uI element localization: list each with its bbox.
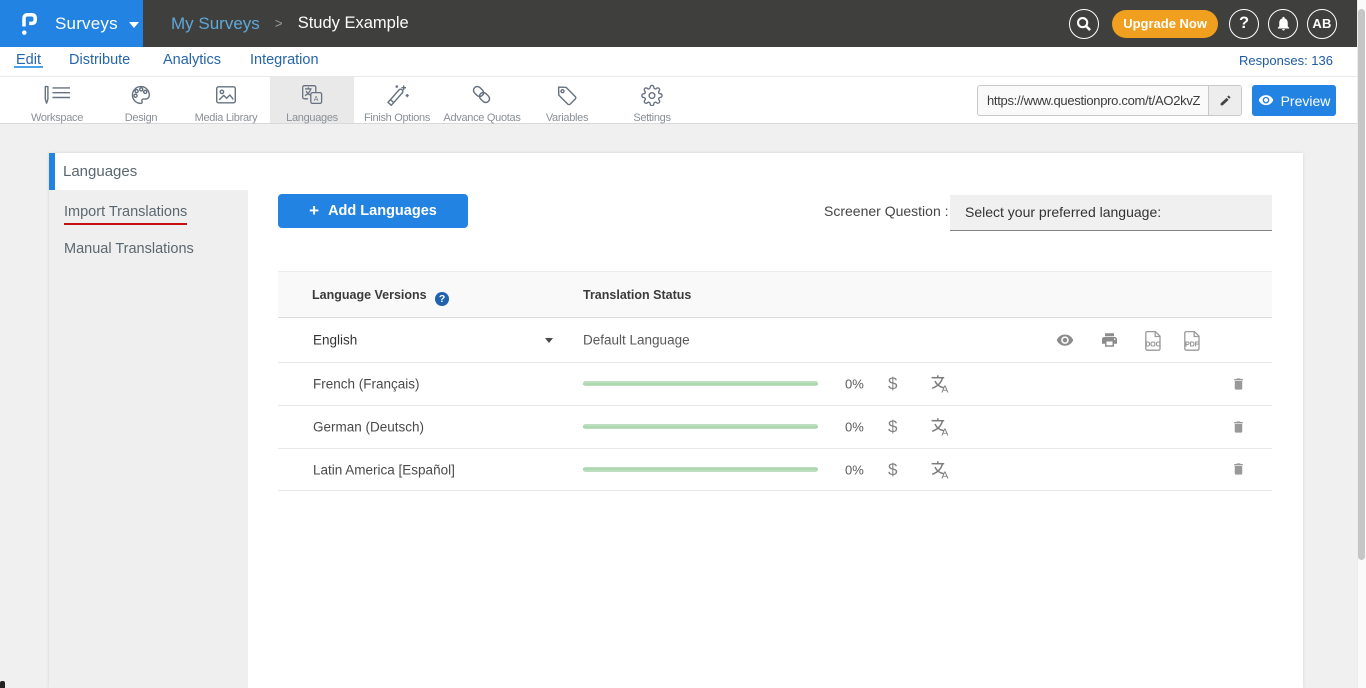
svg-text:DOC: DOC [1145, 339, 1160, 348]
svg-text:PDF: PDF [1185, 339, 1200, 348]
svg-text:A: A [941, 427, 948, 437]
svg-text:A: A [941, 469, 948, 479]
svg-text:A: A [314, 96, 319, 103]
svg-text:A: A [941, 384, 948, 394]
